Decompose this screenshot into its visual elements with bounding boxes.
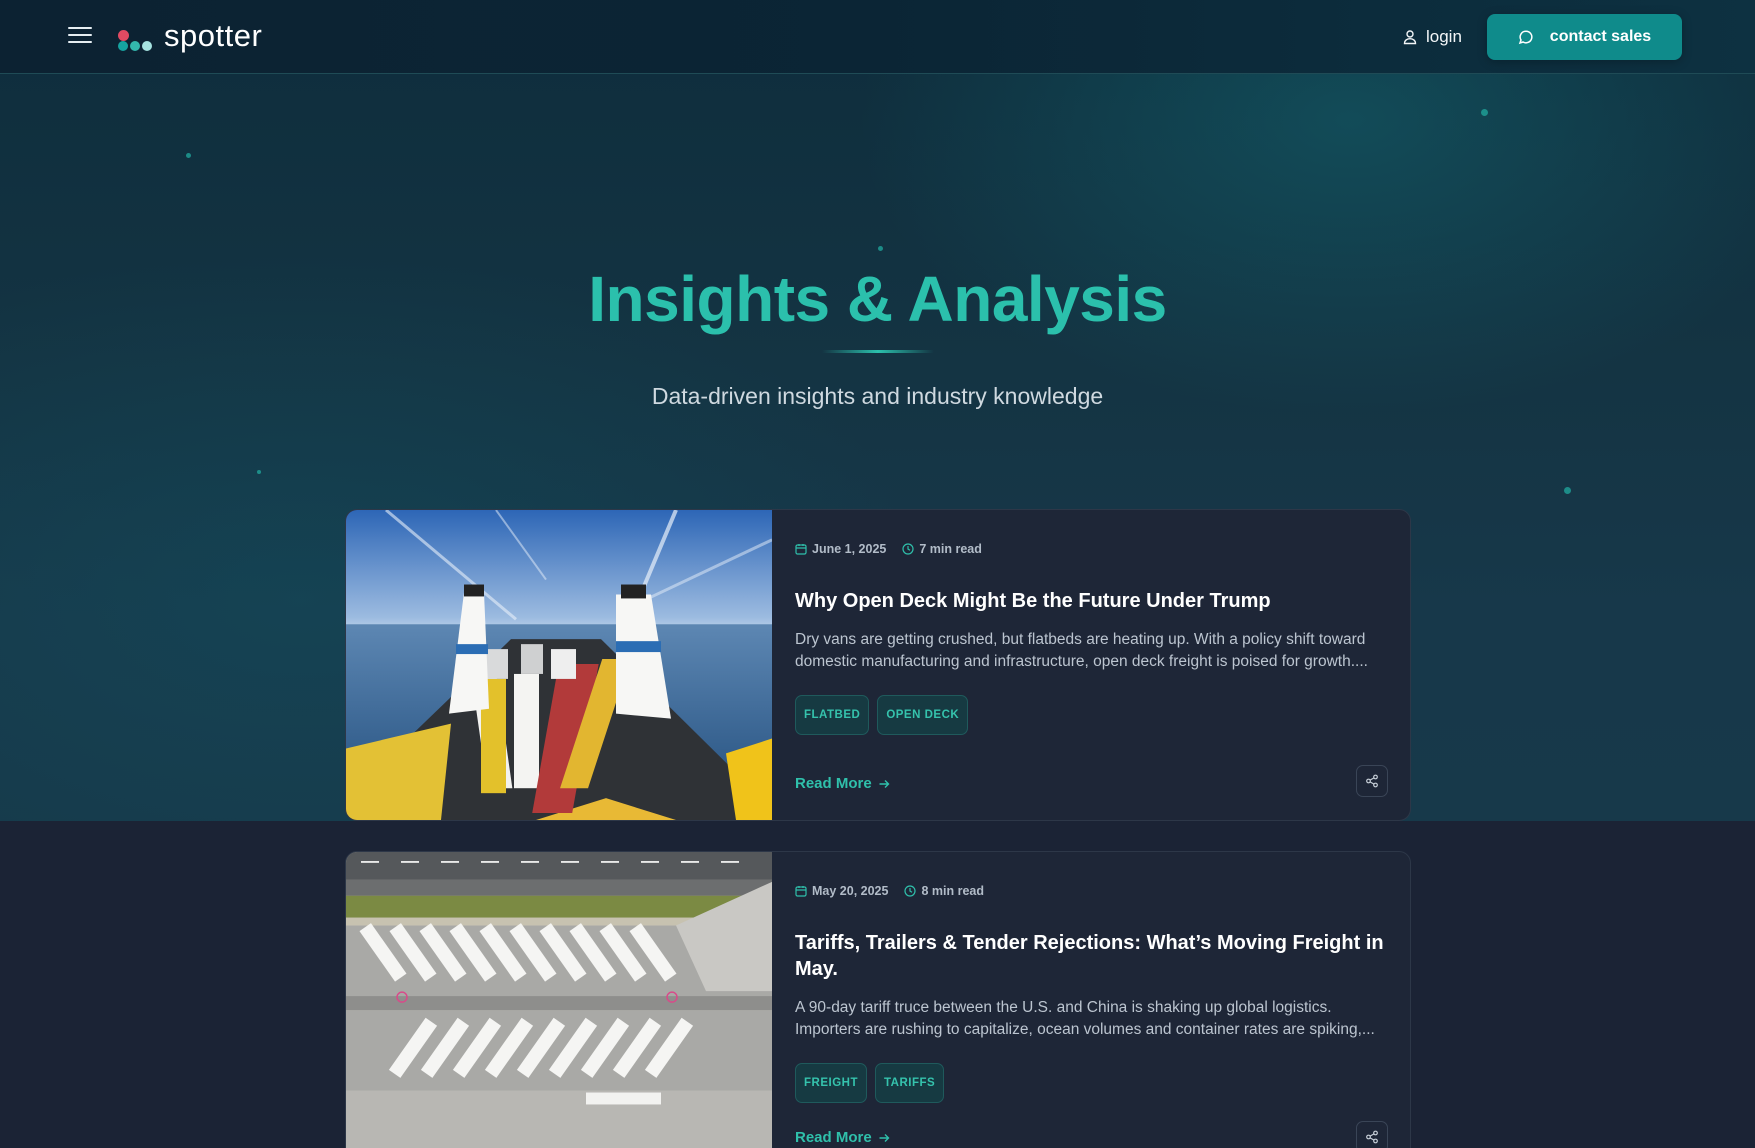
tag-open-deck[interactable]: OPEN DECK bbox=[877, 695, 969, 735]
read-more-link[interactable]: Read More bbox=[795, 1129, 890, 1146]
share-icon bbox=[1366, 1130, 1378, 1144]
title-underline bbox=[822, 350, 934, 353]
calendar-icon bbox=[795, 544, 807, 555]
share-button[interactable] bbox=[1356, 1121, 1388, 1148]
tag-flatbed[interactable]: FLATBED bbox=[795, 695, 870, 735]
ferry-deck-with-trailers-photo bbox=[346, 510, 772, 820]
site-header: spotter login contact sales bbox=[0, 0, 1755, 74]
decorative-dot bbox=[1481, 109, 1488, 116]
article-excerpt: Dry vans are getting crushed, but flatbe… bbox=[795, 631, 1368, 670]
arrow-right-icon bbox=[879, 779, 890, 788]
aerial-truck-parking-lot-photo bbox=[346, 852, 772, 1148]
page-subtitle: Data-driven insights and industry knowle… bbox=[651, 383, 1104, 409]
clock-icon bbox=[902, 543, 914, 555]
share-icon bbox=[1366, 774, 1378, 788]
contact-sales-button[interactable]: contact sales bbox=[1487, 14, 1682, 60]
tag-tariffs[interactable]: TARIFFS bbox=[874, 1063, 945, 1103]
read-more-label: Read More bbox=[795, 1129, 872, 1146]
spotter-logo[interactable]: spotter bbox=[116, 16, 262, 56]
article-title[interactable]: Why Open Deck Might Be the Future Under … bbox=[795, 588, 1395, 614]
chat-bubble-icon bbox=[1518, 30, 1533, 45]
article-tags: FREIGHT TARIFFS bbox=[795, 1063, 952, 1103]
article-date: May 20, 2025 bbox=[812, 884, 889, 898]
article-read-time: 8 min read bbox=[921, 884, 984, 898]
article-title[interactable]: Tariffs, Trailers & Tender Rejections: W… bbox=[795, 930, 1395, 982]
article-card[interactable]: June 1, 2025 7 min read Why Open Deck Mi… bbox=[345, 509, 1411, 821]
decorative-dot bbox=[257, 470, 261, 474]
article-body: May 20, 2025 8 min read Tariffs, Trailer… bbox=[795, 852, 1388, 1148]
page-title: Insights & Analysis bbox=[588, 263, 1167, 335]
article-tags: FLATBED OPEN DECK bbox=[795, 695, 976, 735]
article-meta: June 1, 2025 7 min read bbox=[795, 542, 998, 556]
arrow-right-icon bbox=[879, 1133, 890, 1142]
decorative-dot bbox=[186, 153, 191, 158]
article-read-time: 7 min read bbox=[919, 542, 982, 556]
article-date: June 1, 2025 bbox=[812, 542, 887, 556]
share-button[interactable] bbox=[1356, 765, 1388, 797]
article-meta: May 20, 2025 8 min read bbox=[795, 884, 1000, 898]
user-icon bbox=[1403, 30, 1417, 45]
spotter-logo-icon bbox=[116, 21, 154, 51]
login-label: login bbox=[1426, 27, 1462, 46]
logo-wordmark: spotter bbox=[164, 18, 263, 53]
tag-freight[interactable]: FREIGHT bbox=[795, 1063, 867, 1103]
read-more-label: Read More bbox=[795, 775, 872, 792]
clock-icon bbox=[904, 885, 917, 897]
article-body: June 1, 2025 7 min read Why Open Deck Mi… bbox=[795, 510, 1388, 820]
decorative-dot bbox=[878, 246, 883, 251]
calendar-icon bbox=[795, 886, 807, 897]
article-excerpt: A 90-day tariff truce between the U.S. a… bbox=[795, 999, 1375, 1038]
article-card[interactable]: May 20, 2025 8 min read Tariffs, Trailer… bbox=[345, 851, 1411, 1148]
hamburger-menu-icon[interactable] bbox=[64, 22, 96, 50]
decorative-dot bbox=[1564, 487, 1571, 494]
contact-sales-label: contact sales bbox=[1549, 28, 1652, 45]
page: spotter login contact sales Insights & A… bbox=[0, 0, 1755, 1148]
login-link[interactable]: login bbox=[1402, 24, 1462, 50]
read-more-link[interactable]: Read More bbox=[795, 775, 890, 792]
